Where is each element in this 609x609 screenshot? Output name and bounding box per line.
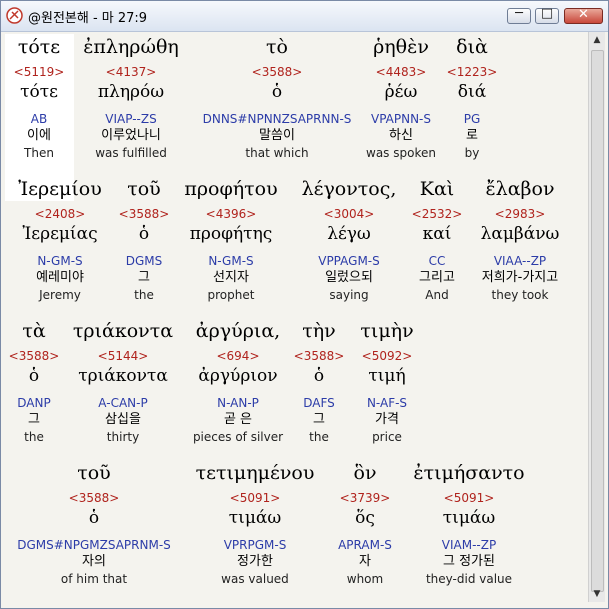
strong-number: <2983> [494,207,546,221]
korean-gloss: 그 정가된 [443,554,495,569]
minimize-icon: ─ [515,6,523,21]
strong-number: <1223> [446,65,498,79]
lemma: τιμάω [442,508,496,528]
strong-number: <5091> [443,491,495,505]
word-column[interactable]: διὰ <1223> διά PG 로 by [382,34,562,161]
lemma: τιμή [368,366,406,386]
vertical-scrollbar[interactable]: ▲ ▼ [588,32,605,602]
close-button[interactable]: ✕ [564,7,603,24]
app-icon [6,7,23,24]
lemma: λαμβάνω [480,224,560,244]
maximize-icon: □ [540,6,554,21]
greek-word: ἔλαβον [485,178,555,200]
interlinear-view[interactable]: τότε <5119> τότε AB 이에 Then ἐπληρώθη <4137> πληρ… [3,32,603,602]
korean-gloss: 로 [466,128,478,143]
parsing-code: VIAM--ZP [441,538,497,552]
english-gloss: they took [491,288,549,302]
english-gloss: they-did value [425,572,513,586]
scroll-down-icon[interactable]: ▼ [589,586,605,602]
english-gloss: by [464,146,480,160]
parsing-code: DGMS#NPGMZSAPRNM-S [17,538,171,552]
korean-gloss: 가격 [375,412,399,427]
minimize-button[interactable]: ─ [507,6,531,24]
greek-word: τοῦ [77,462,111,484]
lemma: διά [457,82,487,102]
word-column[interactable]: ἐτιμήσαντο <5091> τιμάω VIAM--ZP 그 정가된 they-d… [379,460,559,587]
parsing-code: VIAA--ZP [493,254,547,268]
strong-number: <5092> [361,349,413,363]
title-bar[interactable]: @원전본해 - 마 27:9 ─ □ ✕ [1,1,608,32]
word-column[interactable]: τιμὴν <5092> τιμή N-AF-S 가격 price [297,318,477,445]
lemma: ὁ [88,508,100,528]
greek-word: ἐτιμήσαντο [413,462,525,484]
greek-word: διὰ [456,36,488,58]
english-gloss: of him that [60,572,128,586]
korean-gloss: 자의 [82,554,106,569]
word-column[interactable]: τοῦ <3588> ὁ DGMS#NPGMZSAPRNM-S 자의 of him tha… [4,460,184,587]
english-gloss: price [372,430,402,444]
app-window: @원전본해 - 마 27:9 ─ □ ✕ τότε <5119> τότε AB 이에 T… [0,0,609,609]
greek-word: τιμὴν [360,320,414,342]
korean-gloss: 저희가-가지고 [481,270,559,285]
scroll-up-icon[interactable]: ▲ [589,32,605,48]
window-title: @원전본해 - 마 27:9 [28,11,148,26]
parsing-code: N-AF-S [366,396,408,410]
maximize-button[interactable]: □ [535,6,559,24]
close-icon: ✕ [578,7,589,22]
strong-number: <3588> [68,491,120,505]
scroll-thumb[interactable] [591,50,604,592]
word-column[interactable]: ἔλαβον <2983> λαμβάνω VIAA--ZP 저희가-가지고 they t… [430,176,603,303]
parsing-code: PG [463,112,481,126]
